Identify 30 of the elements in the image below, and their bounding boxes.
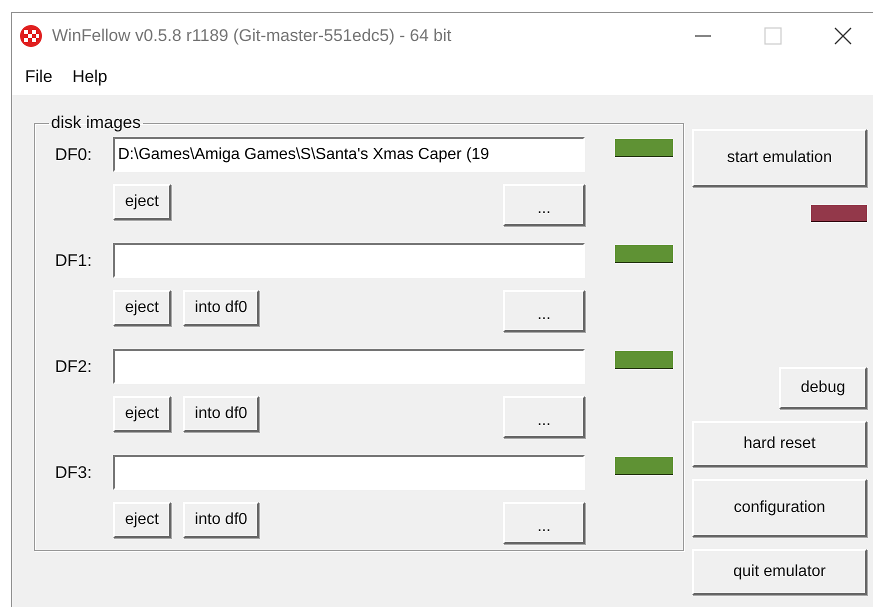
path-field[interactable] xyxy=(113,455,585,490)
browse-button[interactable]: ... xyxy=(503,502,585,544)
drive-button[interactable]: into df0 xyxy=(182,290,260,326)
path-field[interactable]: D:\Games\Amiga Games\S\Santa's Xmas Caper (19 xyxy=(113,137,585,172)
drive-label: DF3: xyxy=(55,462,93,482)
checkered-ball-icon xyxy=(19,24,43,48)
action-button[interactable]: hard reset xyxy=(692,421,867,467)
group-title: disk images xyxy=(50,113,142,133)
drive-label: DF0: xyxy=(55,144,93,164)
drive-button[interactable]: eject xyxy=(113,184,171,220)
drive-button[interactable]: eject xyxy=(113,396,171,432)
path-field[interactable] xyxy=(113,349,585,384)
drive-label: DF2: xyxy=(55,356,93,376)
menu-item[interactable]: File xyxy=(25,65,52,89)
drive-button[interactable]: into df0 xyxy=(182,502,260,538)
action-button[interactable]: debug xyxy=(779,367,867,409)
window-title: WinFellow v0.5.8 r1189 (Git-master-551edc5) - 64 bit xyxy=(52,26,452,46)
menu-item[interactable]: Help xyxy=(72,65,108,89)
drive-label: DF1: xyxy=(55,250,93,270)
close-icon[interactable] xyxy=(833,26,853,46)
drive-button[interactable]: eject xyxy=(113,502,171,538)
action-button[interactable]: configuration xyxy=(692,479,867,537)
browse-button[interactable]: ... xyxy=(503,184,585,226)
browse-button[interactable]: ... xyxy=(503,396,585,438)
drive-button[interactable]: eject xyxy=(113,290,171,326)
browse-button[interactable]: ... xyxy=(503,290,585,332)
action-button[interactable]: quit emulator xyxy=(692,549,867,595)
drive-button[interactable]: into df0 xyxy=(182,396,260,432)
action-button[interactable]: start emulation xyxy=(692,129,867,187)
path-field[interactable] xyxy=(113,243,585,278)
